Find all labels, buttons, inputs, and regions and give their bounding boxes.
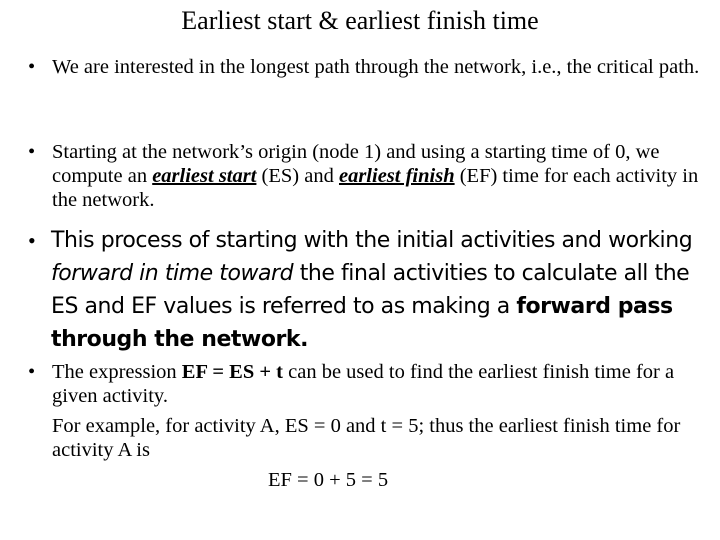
ef-expression: EF = ES + t (181, 361, 283, 383)
bullet-text: This process of starting with the initia… (51, 224, 718, 356)
emphasis-forward-in-time: forward in time toward (51, 261, 294, 286)
term-earliest-finish: earliest finish (338, 165, 455, 187)
bullet-text: The expression EF = ES + t can be used t… (52, 360, 718, 492)
bullet-dot: • (28, 228, 36, 253)
bullet-text-part: This process of starting with the initia… (51, 228, 693, 253)
term-earliest-start: earliest start (152, 165, 257, 187)
example-paragraph: For example, for activity A, ES = 0 and … (52, 415, 681, 461)
bullet-text: Starting at the network’s origin (node 1… (52, 140, 718, 212)
bullet-ef-expression: • The expression EF = ES + t can be used… (28, 360, 718, 492)
example-formula: EF = 0 + 5 = 5 (268, 469, 389, 491)
bullet-longest-path: • We are interested in the longest path … (28, 55, 718, 79)
expression-paragraph: The expression EF = ES + t can be used t… (52, 360, 718, 408)
bullet-forward-pass: • This process of starting with the init… (28, 224, 718, 356)
bullet-text-part: (ES) and (256, 165, 339, 187)
slide-title: Earliest start & earliest finish time (181, 6, 539, 35)
bullet-dot: • (28, 56, 36, 78)
bullet-dot: • (28, 141, 36, 163)
bullet-text-body: We are interested in the longest path th… (52, 56, 700, 78)
bullet-dot: • (28, 361, 36, 383)
bullet-text-part: The expression (52, 361, 182, 383)
bullet-earliest-start-finish: • Starting at the network’s origin (node… (28, 140, 718, 212)
bullet-text: We are interested in the longest path th… (52, 55, 718, 79)
